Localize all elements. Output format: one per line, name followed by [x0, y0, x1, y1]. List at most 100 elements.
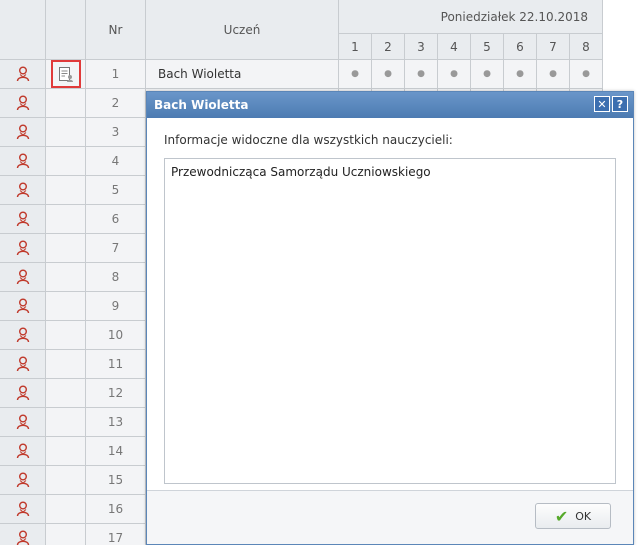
row-number: 2: [86, 89, 146, 118]
row-number: 3: [86, 118, 146, 147]
student-icon-cell[interactable]: [0, 495, 46, 524]
person-icon[interactable]: [16, 153, 30, 169]
note-cell: [46, 263, 86, 292]
header-note-col: [46, 0, 86, 60]
attendance-cell[interactable]: ●: [339, 60, 372, 89]
row-number: 4: [86, 147, 146, 176]
header-lesson-4: 4: [438, 34, 471, 60]
attendance-cell[interactable]: ●: [372, 60, 405, 89]
student-icon-cell[interactable]: [0, 60, 46, 89]
person-icon[interactable]: [16, 414, 30, 430]
row-number: 11: [86, 350, 146, 379]
note-cell: [46, 466, 86, 495]
close-icon[interactable]: ✕: [594, 96, 610, 112]
row-number: 1: [86, 60, 146, 89]
row-number: 5: [86, 176, 146, 205]
help-icon[interactable]: ?: [612, 96, 628, 112]
attendance-cell[interactable]: ●: [504, 60, 537, 89]
attendance-cell[interactable]: ●: [438, 60, 471, 89]
student-icon-cell[interactable]: [0, 205, 46, 234]
row-number: 6: [86, 205, 146, 234]
note-cell: [46, 495, 86, 524]
note-cell: [46, 147, 86, 176]
note-cell: [46, 234, 86, 263]
note-cell: [46, 205, 86, 234]
check-icon: ✔: [554, 506, 569, 526]
attendance-cell[interactable]: ●: [471, 60, 504, 89]
dialog-title-bar: Bach Wioletta ✕ ?: [147, 92, 633, 118]
student-icon-cell[interactable]: [0, 379, 46, 408]
note-cell: [46, 524, 86, 545]
person-icon[interactable]: [16, 124, 30, 140]
note-cell: [46, 321, 86, 350]
note-textarea[interactable]: Przewodnicząca Samorządu Uczniowskiego: [164, 158, 616, 484]
student-icon-cell[interactable]: [0, 263, 46, 292]
student-name: Bach Wioletta: [146, 60, 339, 89]
student-icon-cell[interactable]: [0, 292, 46, 321]
dialog-footer: ✔ OK: [147, 490, 633, 544]
ok-button-label: OK: [575, 509, 592, 523]
person-icon[interactable]: [16, 501, 30, 517]
header-lesson-8: 8: [570, 34, 603, 60]
row-number: 9: [86, 292, 146, 321]
row-number: 8: [86, 263, 146, 292]
header-nr: Nr: [86, 0, 146, 60]
person-icon[interactable]: [16, 356, 30, 372]
student-icon-cell[interactable]: [0, 437, 46, 466]
header-lesson-5: 5: [471, 34, 504, 60]
person-icon[interactable]: [16, 298, 30, 314]
dialog-title: Bach Wioletta: [154, 98, 249, 112]
header-lesson-6: 6: [504, 34, 537, 60]
student-icon-cell[interactable]: [0, 321, 46, 350]
note-cell: [46, 379, 86, 408]
note-cell: [46, 89, 86, 118]
row-number: 12: [86, 379, 146, 408]
person-icon[interactable]: [16, 211, 30, 227]
student-icon-cell[interactable]: [0, 147, 46, 176]
ok-button[interactable]: ✔ OK: [535, 503, 611, 529]
note-cell: [46, 292, 86, 321]
row-number: 10: [86, 321, 146, 350]
row-number: 7: [86, 234, 146, 263]
note-cell: [46, 437, 86, 466]
header-day: Poniedziałek 22.10.2018: [339, 0, 603, 34]
row-number: 16: [86, 495, 146, 524]
dialog-label: Informacje widoczne dla wszystkich naucz…: [164, 133, 453, 147]
person-icon[interactable]: [16, 530, 30, 545]
row-number: 14: [86, 437, 146, 466]
student-icon-cell[interactable]: [0, 176, 46, 205]
person-icon[interactable]: [16, 385, 30, 401]
person-icon[interactable]: [16, 66, 30, 82]
person-icon[interactable]: [16, 327, 30, 343]
note-cell: [46, 118, 86, 147]
header-lesson-1: 1: [339, 34, 372, 60]
person-icon[interactable]: [16, 443, 30, 459]
student-icon-cell[interactable]: [0, 466, 46, 495]
person-icon[interactable]: [16, 182, 30, 198]
row-number: 13: [86, 408, 146, 437]
header-lesson-7: 7: [537, 34, 570, 60]
person-icon[interactable]: [16, 240, 30, 256]
student-icon-cell[interactable]: [0, 118, 46, 147]
student-icon-cell[interactable]: [0, 408, 46, 437]
note-cell: [46, 176, 86, 205]
note-cell: [46, 350, 86, 379]
attendance-cell[interactable]: ●: [537, 60, 570, 89]
person-icon[interactable]: [16, 472, 30, 488]
person-icon[interactable]: [16, 95, 30, 111]
note-cell[interactable]: [46, 60, 86, 89]
student-icon-cell[interactable]: [0, 89, 46, 118]
student-note-dialog: Bach Wioletta ✕ ? Informacje widoczne dl…: [146, 91, 634, 545]
header-icon-col: [0, 0, 46, 60]
attendance-cell[interactable]: ●: [570, 60, 603, 89]
person-icon[interactable]: [16, 269, 30, 285]
note-icon[interactable]: [50, 60, 81, 88]
header-lesson-3: 3: [405, 34, 438, 60]
header-student: Uczeń: [146, 0, 339, 60]
header-lesson-2: 2: [372, 34, 405, 60]
student-icon-cell[interactable]: [0, 234, 46, 263]
student-icon-cell[interactable]: [0, 524, 46, 545]
student-icon-cell[interactable]: [0, 350, 46, 379]
row-number: 15: [86, 466, 146, 495]
attendance-cell[interactable]: ●: [405, 60, 438, 89]
